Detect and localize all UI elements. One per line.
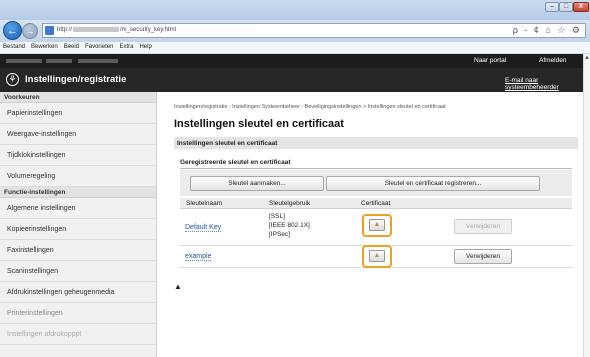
menu-item-bestand[interactable]: Bestand [0, 42, 28, 50]
browser-navbar: ← → http:///m_security_key.html ρ - ¢ ⌂ … [0, 20, 590, 42]
sidebar-item-scan[interactable]: Scaninstellingen [0, 261, 156, 282]
usage-line: [IEEE 802.1X] [269, 222, 310, 229]
button-area: Sleutel aanmaken... Sleutel en certifica… [180, 170, 572, 196]
settings-icon: ⚘ [6, 73, 19, 86]
logout-link[interactable]: Afmelden [539, 57, 566, 64]
scrollbar[interactable]: ▲ [583, 54, 590, 357]
generate-key-button[interactable]: Sleutel aanmaken... [190, 176, 324, 191]
sidebar-item-timer[interactable]: Tijdklokinstellingen [0, 145, 156, 166]
subheading: Geregistreerde sleutel en certificaat [180, 159, 291, 166]
main-content: Instellingen/registratie : Instellingen … [162, 92, 590, 357]
register-key-button[interactable]: Sleutel en certificaat registreren... [326, 176, 540, 191]
menu-item-help[interactable]: Help [136, 42, 154, 50]
column-key-usage: Sleutelgebruik [269, 200, 311, 207]
forward-icon[interactable]: → [22, 23, 38, 39]
divider [180, 168, 572, 169]
column-certificate: Certificaat [361, 200, 391, 207]
sidebar-item-copy[interactable]: Kopieerinstellingen [0, 219, 156, 240]
sidebar-heading-preferences: Voorkeuren [0, 92, 156, 103]
minimize-button[interactable]: – [545, 2, 559, 12]
usage-line: [SSL] [269, 213, 285, 220]
page-favicon-icon [45, 26, 54, 35]
scroll-to-top-icon[interactable]: ▲ [174, 282, 182, 291]
address-url: http:///m_security_key.html [57, 27, 176, 34]
menu-item-bewerken[interactable]: Bewerken [28, 42, 61, 50]
masked-text [6, 59, 42, 63]
certificate-icon[interactable]: ▲ [369, 219, 385, 231]
masked-text [46, 59, 72, 63]
certificate-icon[interactable]: ▲ [369, 250, 385, 262]
browser-menubar: Bestand Bewerken Beeld Favorieten Extra Help [0, 42, 590, 54]
sidebar-item-printer[interactable]: Printerinstellingen [0, 303, 156, 324]
back-icon[interactable]: ← [3, 21, 22, 40]
app-header: ⚘ Instellingen/registratie E-mail naar s… [0, 68, 590, 92]
sidebar-item-fax[interactable]: Faxinstellingen [0, 240, 156, 261]
section-header: Instellingen sleutel en certificaat [174, 137, 578, 149]
sidebar-item-common[interactable]: Algemene instellingen [0, 198, 156, 219]
key-name-link[interactable]: example [185, 253, 212, 261]
sidebar-item-volume[interactable]: Volumeregeling [0, 166, 156, 187]
delete-button[interactable]: Verwijderen [454, 249, 512, 264]
breadcrumb: Instellingen/registratie : Instellingen … [174, 104, 446, 110]
sidebar-item-paper[interactable]: Papierinstellingen [0, 103, 156, 124]
delete-button[interactable]: Verwijderen [454, 219, 512, 234]
close-button[interactable]: X [573, 2, 589, 12]
maximize-button[interactable]: □ [559, 2, 573, 12]
address-bar[interactable]: http:///m_security_key.html ρ - ¢ ⌂ ☆ ⚙ [42, 23, 586, 38]
page-title: Instellingen sleutel en certificaat [174, 118, 344, 130]
masked-text [78, 59, 118, 63]
top-strip: Naar portal Afmelden [0, 54, 590, 68]
table-row: example ▲ Verwijderen [180, 245, 572, 268]
table-header: Sleutelnaam Sleutelgebruik Certificaat [180, 198, 572, 209]
menu-item-beeld[interactable]: Beeld [61, 42, 82, 50]
table-row: Default Key [SSL] [IEEE 802.1X] [IPSec] … [180, 210, 572, 246]
column-key-name: Sleutelnaam [186, 200, 223, 207]
menu-item-extra[interactable]: Extra [116, 42, 136, 50]
key-usage: [SSL] [IEEE 802.1X] [IPSec] [269, 212, 310, 239]
key-name-link[interactable]: Default Key [185, 224, 222, 232]
menu-item-favorieten[interactable]: Favorieten [82, 42, 116, 50]
scroll-up-icon[interactable]: ▲ [584, 54, 590, 62]
usage-line: [IPSec] [269, 231, 290, 238]
sidebar-item-display[interactable]: Weergave-instellingen [0, 124, 156, 145]
app-title: Instellingen/registratie [25, 74, 127, 85]
sidebar-item-print-job[interactable]: Instellingen afdrukopppt [0, 324, 156, 345]
browser-titlebar: – □ X [0, 0, 590, 20]
sidebar: Voorkeuren Papierinstellingen Weergave-i… [0, 92, 157, 357]
portal-link[interactable]: Naar portal [474, 57, 506, 64]
sidebar-item-media-print[interactable]: Afdrukinstellingen geheugenmedia [0, 282, 156, 303]
sidebar-heading-functions: Functie-instellingen [0, 187, 156, 198]
email-admin-link[interactable]: E-mail naar systeembeheerder [505, 77, 590, 91]
search-refresh-icons[interactable]: ρ - ¢ ⌂ ☆ ⚙ [513, 25, 582, 36]
